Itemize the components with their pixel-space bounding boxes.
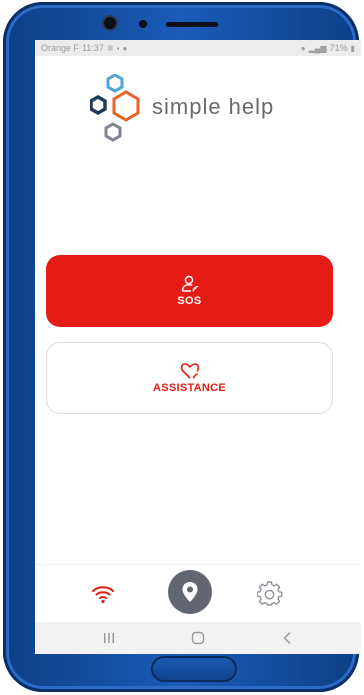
settings-button[interactable] [254,578,286,610]
back-button[interactable] [275,628,299,648]
assistance-button-label: ASSISTANCE [152,382,227,394]
phone-screen: Orange F 11:37 ✲ ▪ ● ● ▂▄▆ 71% ▮ simple … [35,40,361,654]
system-navigation-bar [35,622,361,654]
location-status-icon: ● [300,43,306,53]
home-button[interactable] [186,628,210,648]
carrier-name: Orange F [41,43,80,53]
app-logo: simple help [89,73,330,146]
sync-icon: ● [122,43,128,53]
sos-button-label: SOS [177,295,202,307]
status-time: 11:37 [82,43,104,53]
sos-button[interactable]: SOS [46,255,333,327]
wifi-icon [92,586,114,604]
earpiece-speaker [166,22,218,27]
proximity-sensor [139,20,147,28]
status-right: ● ▂▄▆ 71% ▮ [301,43,355,53]
bottom-navigation [35,564,361,623]
logo-wordmark: simple help [152,94,275,119]
home-icon [191,631,205,645]
back-chevron-icon [283,632,290,644]
front-camera [104,17,116,29]
hexagon-logo-icon [89,73,140,142]
status-left: Orange F 11:37 ✲ ▪ ● [41,43,127,53]
hardware-home-key[interactable] [151,656,237,682]
recent-apps-icon [104,633,115,643]
gear-icon [257,581,283,606]
alarm-icon: ✲ [106,43,114,53]
battery-percent: 71% [329,43,348,53]
status-bar: Orange F 11:37 ✲ ▪ ● ● ▂▄▆ 71% ▮ [35,40,361,56]
notification-icon: ▪ [116,43,120,53]
location-button[interactable] [168,570,212,614]
connectivity-button[interactable] [88,579,118,609]
location-pin-icon [182,582,198,602]
signal-icon: ▂▄▆ [308,43,327,53]
heart-signal-icon [180,363,199,379]
battery-icon: ▮ [350,43,355,53]
recent-apps-button[interactable] [97,628,121,648]
assistance-button[interactable]: ASSISTANCE [46,342,333,414]
user-signal-icon [181,275,198,292]
